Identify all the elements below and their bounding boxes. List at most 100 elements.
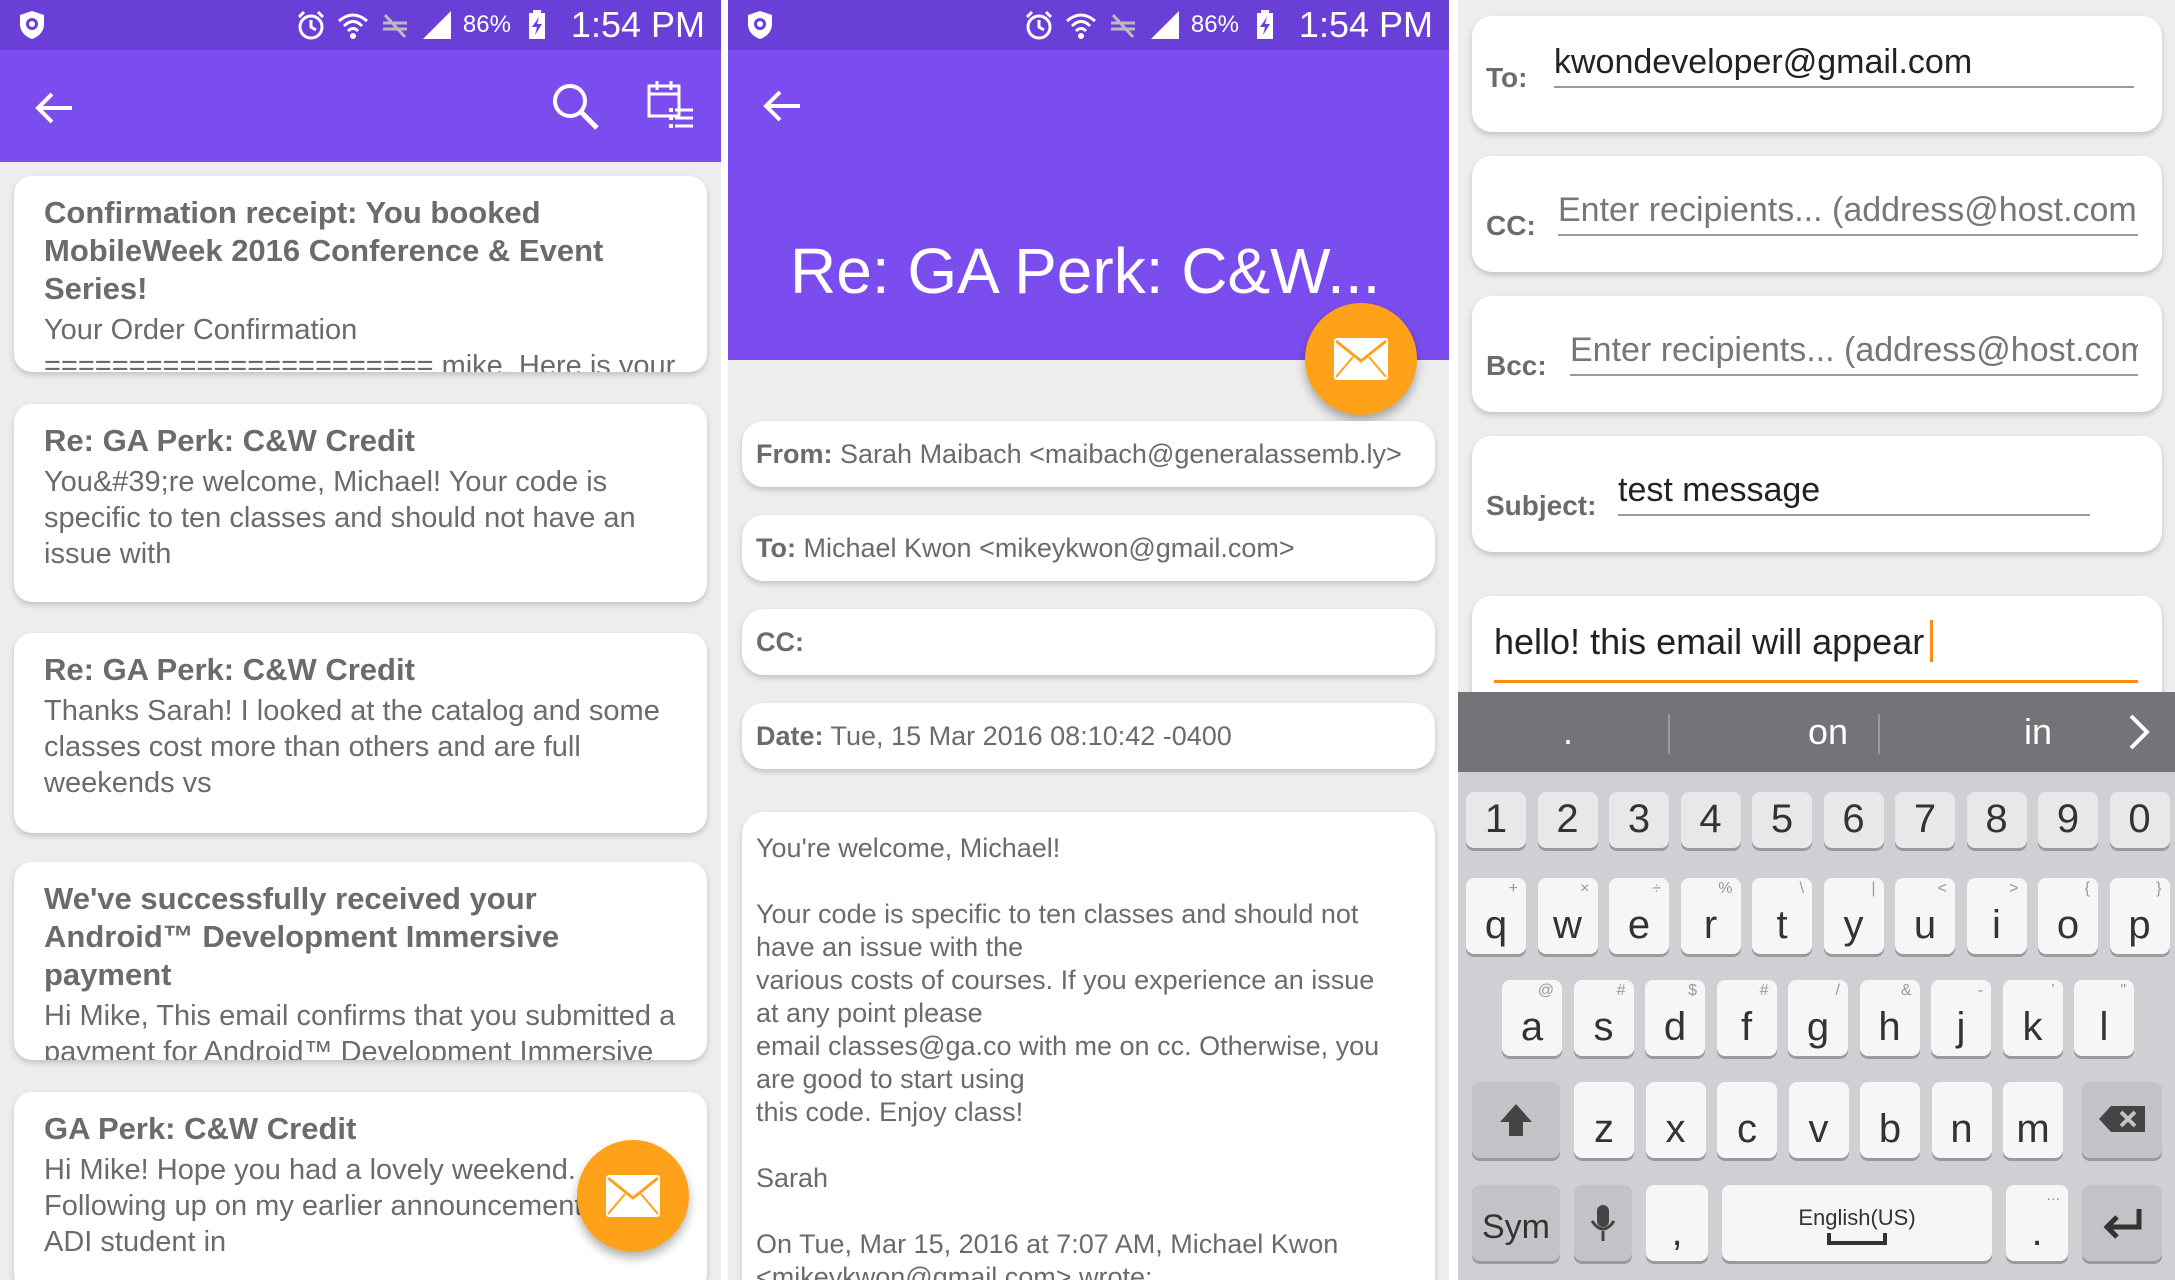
key-x[interactable]: x bbox=[1645, 1082, 1706, 1158]
chevron-right-icon[interactable] bbox=[2123, 712, 2153, 752]
key-4[interactable]: 4 bbox=[1680, 792, 1741, 848]
key-k[interactable]: ' k bbox=[2002, 980, 2063, 1056]
text-caret bbox=[1930, 620, 1934, 662]
key-label: f bbox=[1740, 1005, 1753, 1049]
key-f[interactable]: # f bbox=[1716, 980, 1777, 1056]
email-subject: Confirmation receipt: You booked MobileW… bbox=[44, 195, 604, 306]
email-subject: Re: GA Perk: C&W Credit bbox=[44, 423, 415, 458]
key-w[interactable]: × w bbox=[1537, 878, 1598, 954]
key-label: 7 bbox=[1913, 797, 1937, 841]
key-label: 4 bbox=[1699, 797, 1722, 841]
reply-fab-button[interactable] bbox=[1305, 303, 1417, 415]
comma-key[interactable]: , bbox=[1646, 1185, 1708, 1261]
key-i[interactable]: > i bbox=[1966, 878, 2027, 954]
voice-input-key[interactable] bbox=[1574, 1185, 1632, 1261]
compose-screen: To: CC: Bcc: Subject: hello! this email … bbox=[1458, 0, 2175, 1280]
key-label: q bbox=[1484, 903, 1508, 947]
key-0[interactable]: 0 bbox=[2109, 792, 2170, 848]
shift-key[interactable] bbox=[1472, 1082, 1560, 1158]
email-title: Re: GA Perk: C&W... bbox=[790, 235, 1381, 307]
key-hint-label: " bbox=[2120, 982, 2126, 999]
calendar-list-icon[interactable] bbox=[645, 78, 697, 134]
key-l[interactable]: " l bbox=[2074, 980, 2134, 1056]
space-key[interactable]: English(US) bbox=[1722, 1185, 1992, 1261]
suggestion-bar: . on in bbox=[1458, 692, 2175, 772]
key-s[interactable]: # s bbox=[1573, 980, 1634, 1056]
compose-fab-button[interactable] bbox=[577, 1140, 689, 1252]
symbols-key[interactable]: Sym bbox=[1472, 1185, 1560, 1261]
to-label: To: bbox=[1486, 62, 1528, 93]
key-label: d bbox=[1663, 1005, 1687, 1049]
key-t[interactable]: \ t bbox=[1752, 878, 1812, 954]
from-value: Sarah Maibach <maibach@generalassemb.ly> bbox=[840, 439, 1402, 469]
battery-charging-icon bbox=[528, 10, 545, 39]
key-label: n bbox=[1950, 1107, 1973, 1151]
key-e[interactable]: ÷ e bbox=[1609, 878, 1669, 954]
subject-input[interactable] bbox=[1618, 466, 2090, 516]
battery-percent: 86% bbox=[1190, 11, 1239, 38]
back-arrow-icon[interactable] bbox=[760, 84, 804, 128]
key-b[interactable]: b bbox=[1860, 1082, 1920, 1158]
mail-icon bbox=[1334, 338, 1388, 380]
battery-percent: 86% bbox=[462, 11, 511, 38]
key-p[interactable]: } p bbox=[2109, 878, 2170, 954]
key-hint-label: \ bbox=[1799, 880, 1804, 897]
key-j[interactable]: -j bbox=[1931, 980, 1991, 1056]
key-hint-label: > bbox=[2009, 880, 2019, 897]
cc-input[interactable] bbox=[1558, 186, 2138, 236]
key-hint-label: × bbox=[1580, 880, 1590, 897]
key-y[interactable]: | y bbox=[1823, 878, 1884, 954]
back-arrow-icon[interactable] bbox=[32, 86, 76, 130]
email-list-item[interactable]: We've successfully received your Android… bbox=[14, 862, 707, 1060]
key-g[interactable]: / g bbox=[1788, 980, 1848, 1056]
key-m[interactable]: m bbox=[2003, 1082, 2063, 1158]
key-label: 8 bbox=[1985, 797, 2008, 841]
key-r[interactable]: % r bbox=[1680, 878, 1741, 954]
backspace-key[interactable] bbox=[2082, 1082, 2162, 1158]
key-1[interactable]: 1 bbox=[1466, 792, 1526, 848]
key-u[interactable]: < u bbox=[1895, 878, 1955, 954]
key-label: s bbox=[1593, 1005, 1614, 1049]
email-list-item[interactable]: Confirmation receipt: You booked MobileW… bbox=[14, 176, 707, 372]
key-c[interactable]: c bbox=[1717, 1082, 1777, 1158]
key-hint-label: { bbox=[2084, 880, 2090, 897]
key-q[interactable]: + q bbox=[1466, 878, 1526, 954]
key-hint-label: ÷ bbox=[1652, 880, 1661, 897]
key-hint-label: - bbox=[1977, 982, 1983, 999]
key-3[interactable]: 3 bbox=[1609, 792, 1669, 848]
bcc-input[interactable] bbox=[1570, 326, 2138, 376]
bcc-label: Bcc: bbox=[1486, 350, 1547, 381]
enter-key[interactable] bbox=[2082, 1185, 2162, 1261]
enter-icon bbox=[2103, 1209, 2142, 1239]
to-label: To: bbox=[756, 533, 796, 563]
email-list-item[interactable]: Re: GA Perk: C&W Credit You&#39;re welco… bbox=[14, 404, 707, 602]
email-list-item[interactable]: Re: GA Perk: C&W Credit Thanks Sarah! I … bbox=[14, 633, 707, 833]
key-2[interactable]: 2 bbox=[1537, 792, 1598, 848]
cc-label: CC: bbox=[1486, 210, 1536, 241]
key-o[interactable]: {o bbox=[2038, 878, 2098, 954]
key-9[interactable]: 9 bbox=[2038, 792, 2098, 848]
search-icon[interactable] bbox=[549, 80, 601, 132]
suggestion-item[interactable]: in bbox=[1968, 692, 2108, 772]
to-input[interactable] bbox=[1554, 38, 2134, 88]
key-label: u bbox=[1913, 903, 1937, 947]
key-8[interactable]: 8 bbox=[1966, 792, 2027, 848]
suggestion-item[interactable]: on bbox=[1758, 692, 1898, 772]
period-key[interactable]: .... bbox=[2006, 1185, 2068, 1261]
key-h[interactable]: & h bbox=[1859, 980, 1920, 1056]
email-body: You're welcome, Michael! Your code is sp… bbox=[742, 812, 1435, 1280]
key-v[interactable]: v bbox=[1788, 1082, 1849, 1158]
key-6[interactable]: 6 bbox=[1823, 792, 1884, 848]
backspace-icon bbox=[2099, 1106, 2145, 1132]
suggestion-item[interactable]: . bbox=[1518, 692, 1618, 772]
key-5[interactable]: 5 bbox=[1752, 792, 1812, 848]
soft-keyboard: . on in 1 2 3 4 5 6 7 8 9 0 + q × w ÷ e% r \ t | y < u > i{o} p @ a… bbox=[1458, 692, 2175, 1280]
key-a[interactable]: @ a bbox=[1502, 980, 1562, 1056]
key-z[interactable]: z bbox=[1574, 1082, 1634, 1158]
key-d[interactable]: $ d bbox=[1645, 980, 1705, 1056]
key-7[interactable]: 7 bbox=[1895, 792, 1955, 848]
key-n[interactable]: n bbox=[1931, 1082, 1992, 1158]
key-label: p bbox=[2128, 903, 2151, 947]
email-preview: Your Order Confirmation ================… bbox=[44, 314, 676, 372]
bcc-card: Bcc: bbox=[1472, 296, 2162, 412]
